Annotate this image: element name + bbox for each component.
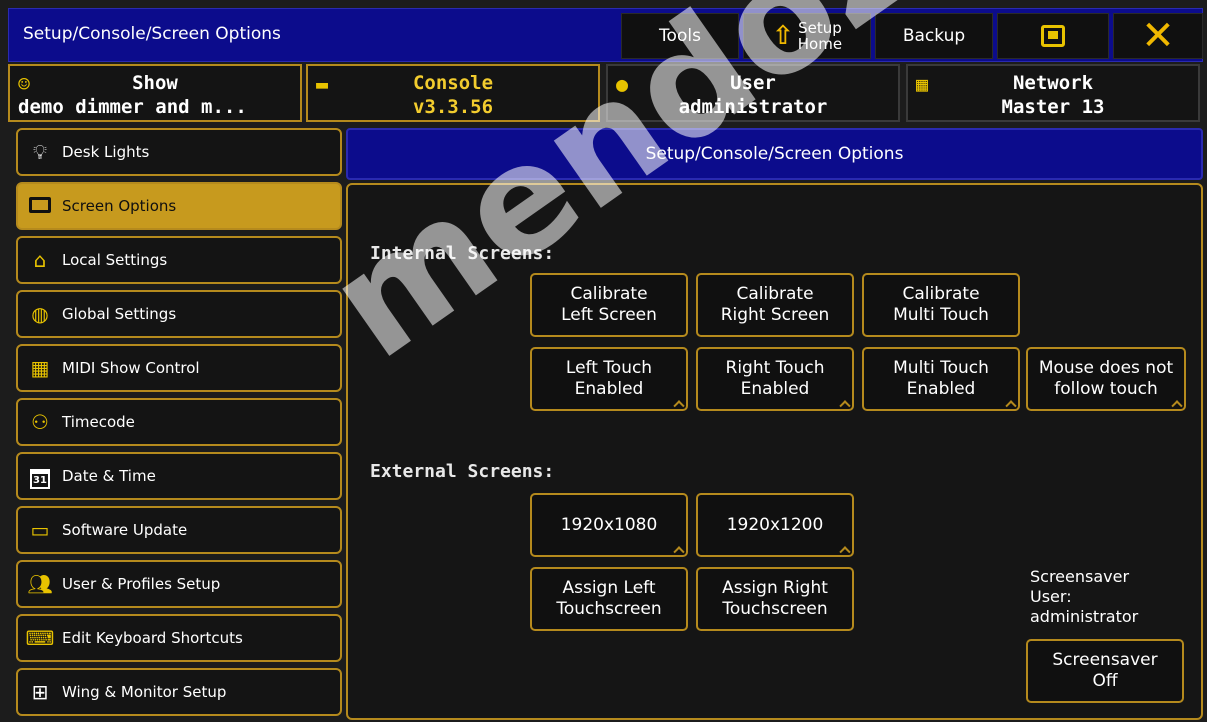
screen-button[interactable] xyxy=(997,13,1109,59)
resolution-label: 1920x1200 xyxy=(726,514,824,535)
calibrate-multi-touch-button[interactable]: Calibrate Multi Touch xyxy=(862,273,1020,337)
title-bar: Setup/Console/Screen Options Tools ⇧ Set… xyxy=(8,8,1203,62)
left-touch-label: Left Touch Enabled xyxy=(565,358,653,399)
multi-touch-toggle[interactable]: Multi Touch Enabled xyxy=(862,347,1020,412)
panel-header: Setup/Console/Screen Options xyxy=(346,128,1203,180)
resolution-1920x1200-button[interactable]: 1920x1200 xyxy=(696,493,854,558)
resolution-label: 1920x1080 xyxy=(560,514,658,535)
sidebar-item-screen-options[interactable]: Screen Options xyxy=(16,182,342,230)
right-touch-label: Right Touch Enabled xyxy=(725,358,825,399)
calibrate-left-screen-button[interactable]: Calibrate Left Screen xyxy=(530,273,688,337)
backup-label: Backup xyxy=(902,26,966,46)
network-tab-title: Network xyxy=(1012,72,1094,94)
toggle-corner-icon xyxy=(673,546,685,558)
multi-touch-label: Multi Touch Enabled xyxy=(893,358,989,399)
toggle-corner-icon xyxy=(839,400,851,412)
close-button[interactable]: ✕ xyxy=(1113,13,1203,59)
close-icon: ✕ xyxy=(1141,13,1175,59)
setup-home-button[interactable]: ⇧ Setup Home xyxy=(743,13,871,59)
calendar-icon: 31 xyxy=(24,464,56,489)
backup-button[interactable]: Backup xyxy=(875,13,993,59)
screen-options-panel: Internal Screens: Calibrate Left Screen … xyxy=(346,183,1203,720)
assign-left-touchscreen-button[interactable]: Assign Left Touchscreen xyxy=(530,567,688,631)
lightbulb-icon: 💡︎ xyxy=(33,140,47,164)
sidebar-item-label: Edit Keyboard Shortcuts xyxy=(62,629,243,647)
sidebar-item-label: Desk Lights xyxy=(62,143,150,161)
monitor-icon xyxy=(24,194,56,218)
sidebar-item-label: Wing & Monitor Setup xyxy=(62,683,227,701)
assign-right-touchscreen-button[interactable]: Assign Right Touchscreen xyxy=(696,567,854,631)
sidebar-item-global-settings[interactable]: ◍ Global Settings xyxy=(16,290,342,338)
toggle-corner-icon xyxy=(1005,400,1017,412)
midi-icon: ▦ xyxy=(30,356,50,380)
left-touch-toggle[interactable]: Left Touch Enabled xyxy=(530,347,688,412)
toggle-corner-icon xyxy=(1171,400,1183,412)
sidebar-item-wing-monitor-setup[interactable]: ⊞ Wing & Monitor Setup xyxy=(16,668,342,716)
tools-label: Tools xyxy=(659,26,701,46)
console-tab[interactable]: ▬ Console v3.3.56 xyxy=(306,64,600,122)
timecode-icon: ⚇ xyxy=(31,410,49,434)
sidebar-item-local-settings[interactable]: ⌂ Local Settings xyxy=(16,236,342,284)
monitor-icon xyxy=(1041,25,1065,47)
right-touch-toggle[interactable]: Right Touch Enabled xyxy=(696,347,854,412)
wing-icon: ⊞ xyxy=(31,680,49,704)
usb-icon: ▭ xyxy=(30,518,50,542)
sidebar-item-desk-lights[interactable]: 💡︎ Desk Lights xyxy=(16,128,342,176)
users-icon: 👥︎ xyxy=(27,572,53,596)
show-tab[interactable]: ☺ Show demo dimmer and m... xyxy=(8,64,302,122)
sidebar-item-label: Global Settings xyxy=(62,305,177,323)
keyboard-icon: ⌨ xyxy=(25,626,55,650)
screensaver-button[interactable]: Screensaver Off xyxy=(1026,639,1184,703)
sidebar-item-label: MIDI Show Control xyxy=(62,359,200,377)
network-tab[interactable]: ▦ Network Master 13 xyxy=(906,64,1200,122)
sidebar-item-date-time[interactable]: 31 Date & Time xyxy=(16,452,342,500)
sidebar-item-user-profiles[interactable]: 👥︎ User & Profiles Setup xyxy=(16,560,342,608)
sidebar-item-midi-show-control[interactable]: ▦ MIDI Show Control xyxy=(16,344,342,392)
internal-screens-heading: Internal Screens: xyxy=(370,243,555,264)
globe-icon: ◍ xyxy=(31,302,49,326)
calibrate-right-screen-button[interactable]: Calibrate Right Screen xyxy=(696,273,854,337)
console-tab-title: Console xyxy=(412,72,494,94)
show-tab-value: demo dimmer and m... xyxy=(18,96,247,118)
mouse-follow-touch-label: Mouse does not follow touch xyxy=(1038,358,1174,399)
resolution-1920x1080-button[interactable]: 1920x1080 xyxy=(530,493,688,558)
user-tab-title: User xyxy=(730,72,776,94)
status-bar: ☺ Show demo dimmer and m... ▬ Console v3… xyxy=(8,64,1203,122)
sidebar-item-label: User & Profiles Setup xyxy=(62,575,221,593)
sidebar-item-edit-keyboard-shortcuts[interactable]: ⌨ Edit Keyboard Shortcuts xyxy=(16,614,342,662)
sidebar-item-label: Date & Time xyxy=(62,467,156,485)
screensaver-info: Screensaver User: administrator xyxy=(1030,567,1139,626)
sidebar-item-label: Screen Options xyxy=(62,197,177,215)
toggle-corner-icon xyxy=(839,546,851,558)
mouse-follow-touch-toggle[interactable]: Mouse does not follow touch xyxy=(1026,347,1186,412)
window-title: Setup/Console/Screen Options xyxy=(23,24,281,44)
console-tab-value: v3.3.56 xyxy=(412,96,494,118)
show-tab-title: Show xyxy=(132,72,178,94)
toggle-corner-icon xyxy=(673,400,685,412)
setup-home-icon: ⇧ xyxy=(771,21,794,51)
panel-title: Setup/Console/Screen Options xyxy=(645,144,904,164)
sidebar-item-timecode[interactable]: ⚇ Timecode xyxy=(16,398,342,446)
tools-button[interactable]: Tools xyxy=(621,13,739,59)
sidebar-item-label: Local Settings xyxy=(62,251,168,269)
setup-home-label: Setup Home xyxy=(797,19,843,53)
sidebar-item-software-update[interactable]: ▭ Software Update xyxy=(16,506,342,554)
home-icon: ⌂ xyxy=(33,248,47,272)
network-tab-value: Master 13 xyxy=(1001,96,1105,118)
sidebar-item-label: Timecode xyxy=(62,413,135,431)
user-tab[interactable]: ● User administrator xyxy=(606,64,900,122)
external-screens-heading: External Screens: xyxy=(370,461,555,482)
user-tab-value: administrator xyxy=(678,96,828,118)
sidebar-item-label: Software Update xyxy=(62,521,188,539)
